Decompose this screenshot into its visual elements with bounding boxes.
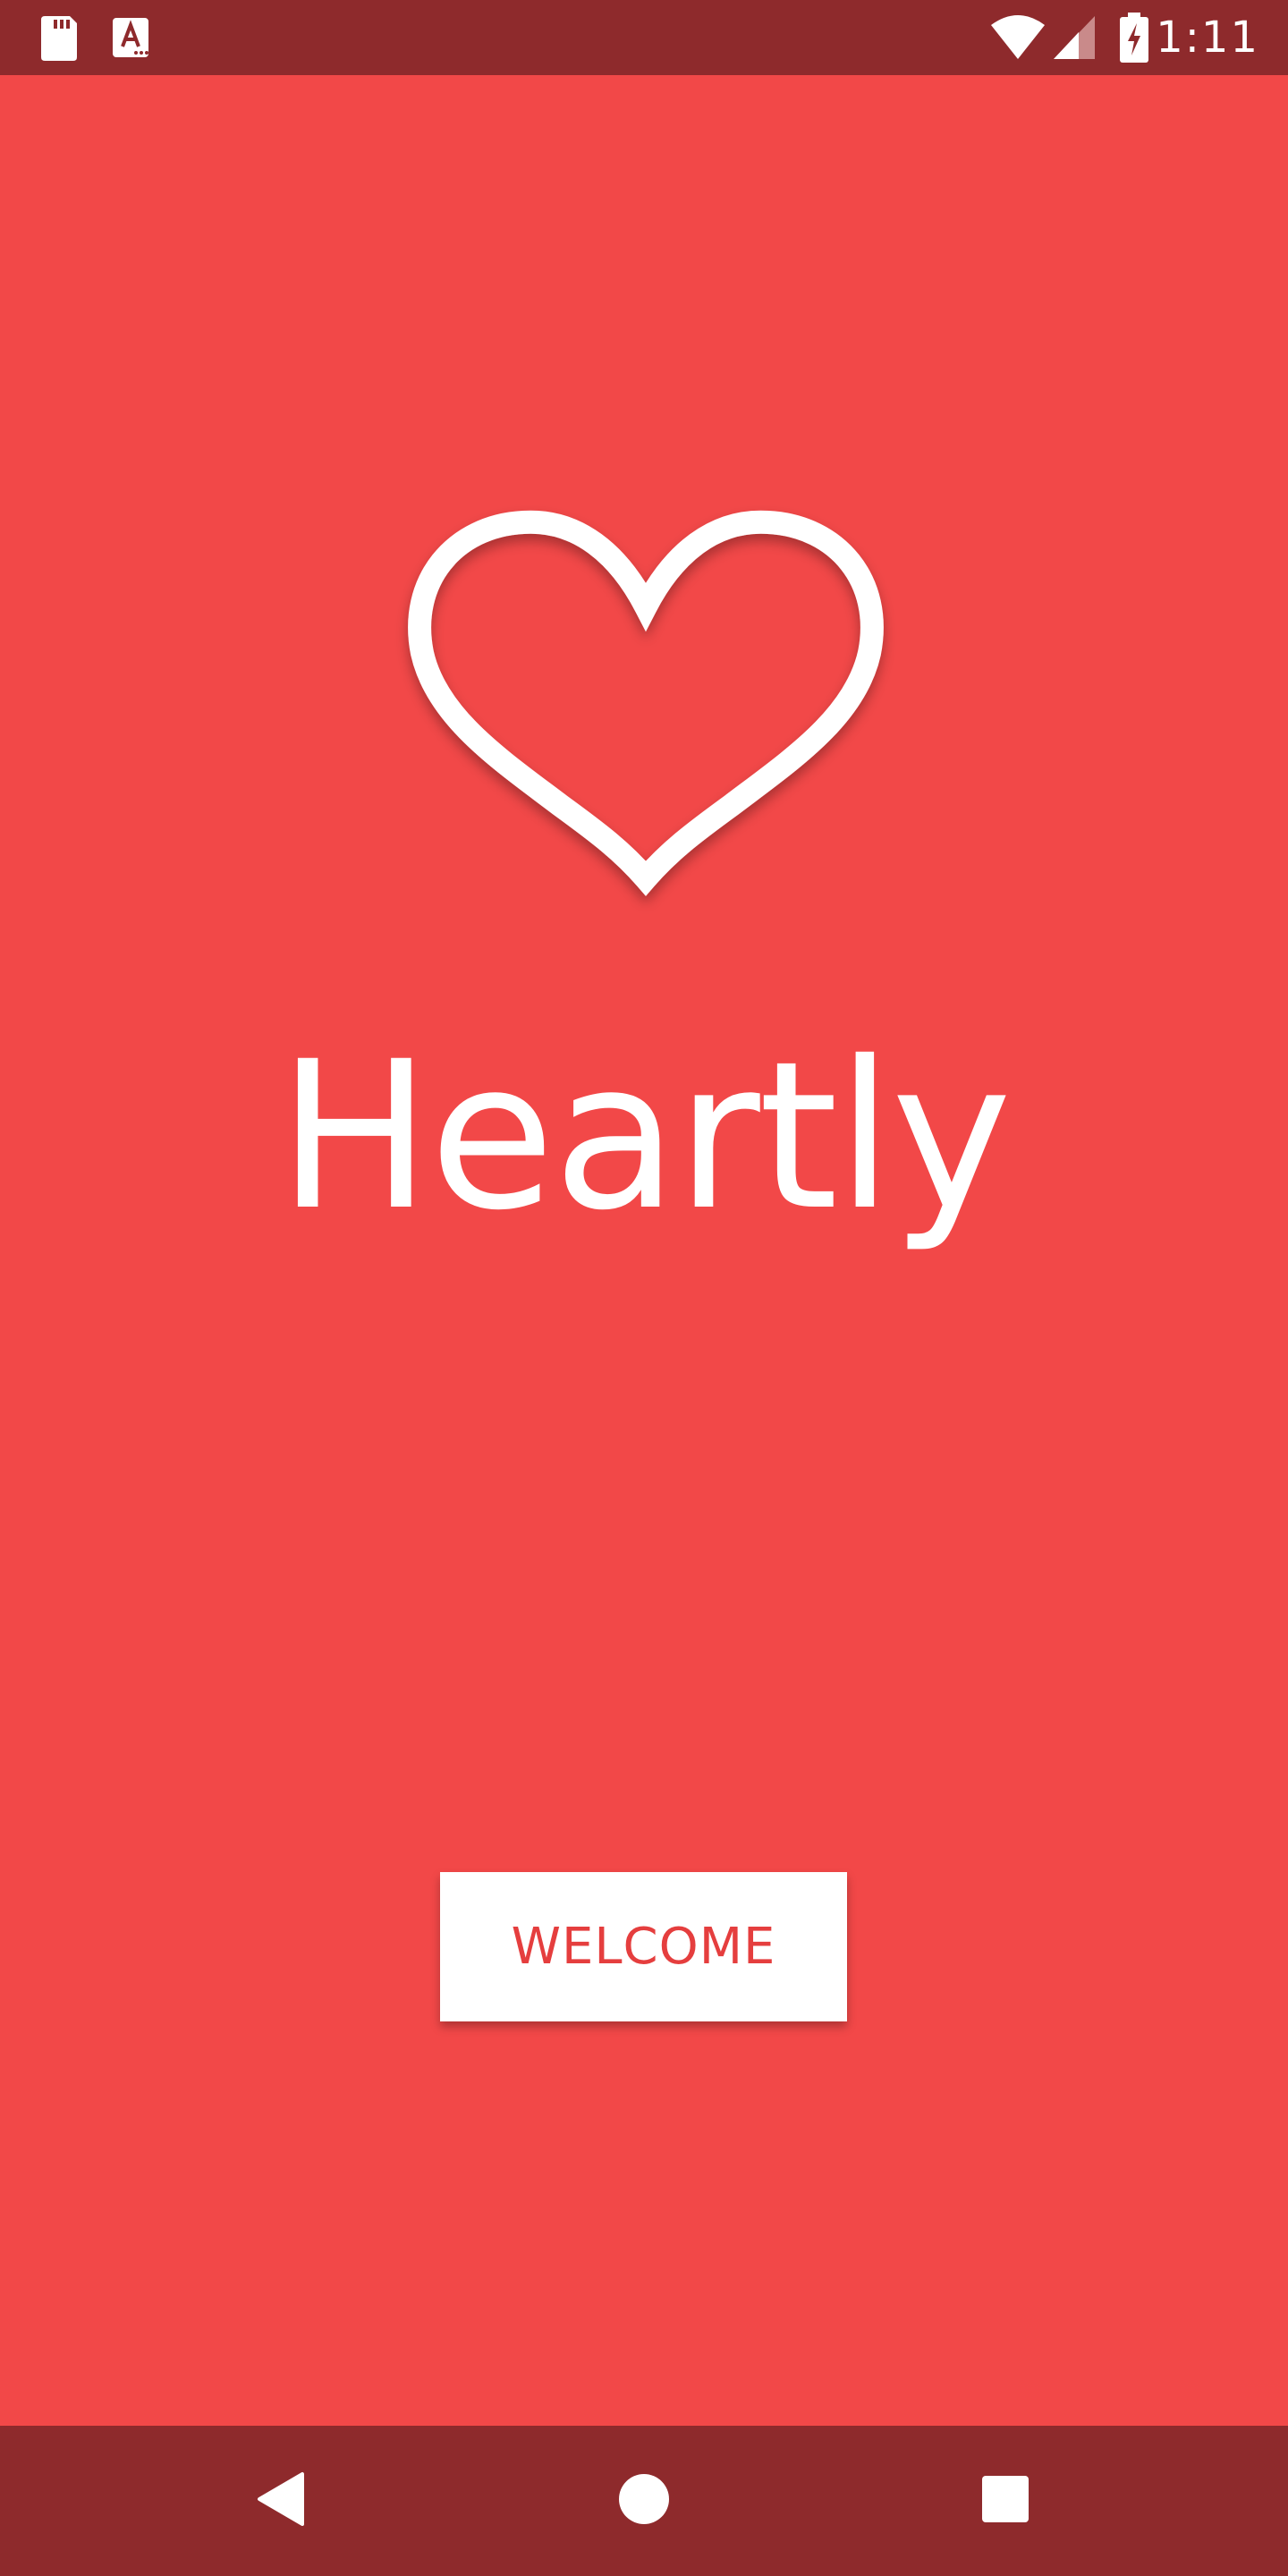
recents-icon xyxy=(980,2474,1030,2528)
keyboard-a-icon xyxy=(106,13,156,63)
navigation-bar xyxy=(0,2426,1288,2576)
wifi-icon xyxy=(989,13,1046,63)
back-icon xyxy=(256,2470,309,2531)
home-icon xyxy=(617,2472,671,2529)
welcome-screen: 1:11 Heartly WELCOME xyxy=(0,0,1288,2576)
recents-button[interactable] xyxy=(961,2456,1050,2546)
sd-card-icon xyxy=(34,13,84,63)
heart-outline-icon xyxy=(376,501,912,948)
status-bar: 1:11 xyxy=(0,0,1288,75)
cell-signal-icon xyxy=(1052,13,1098,63)
back-button[interactable] xyxy=(238,2456,327,2546)
welcome-button[interactable]: WELCOME xyxy=(440,1872,847,2021)
battery-charging-icon xyxy=(1116,11,1152,64)
status-time: 1:11 xyxy=(1156,13,1259,63)
app-title: Heartly xyxy=(277,1017,1013,1255)
welcome-button-label: WELCOME xyxy=(511,1918,776,1976)
home-button[interactable] xyxy=(599,2456,689,2546)
